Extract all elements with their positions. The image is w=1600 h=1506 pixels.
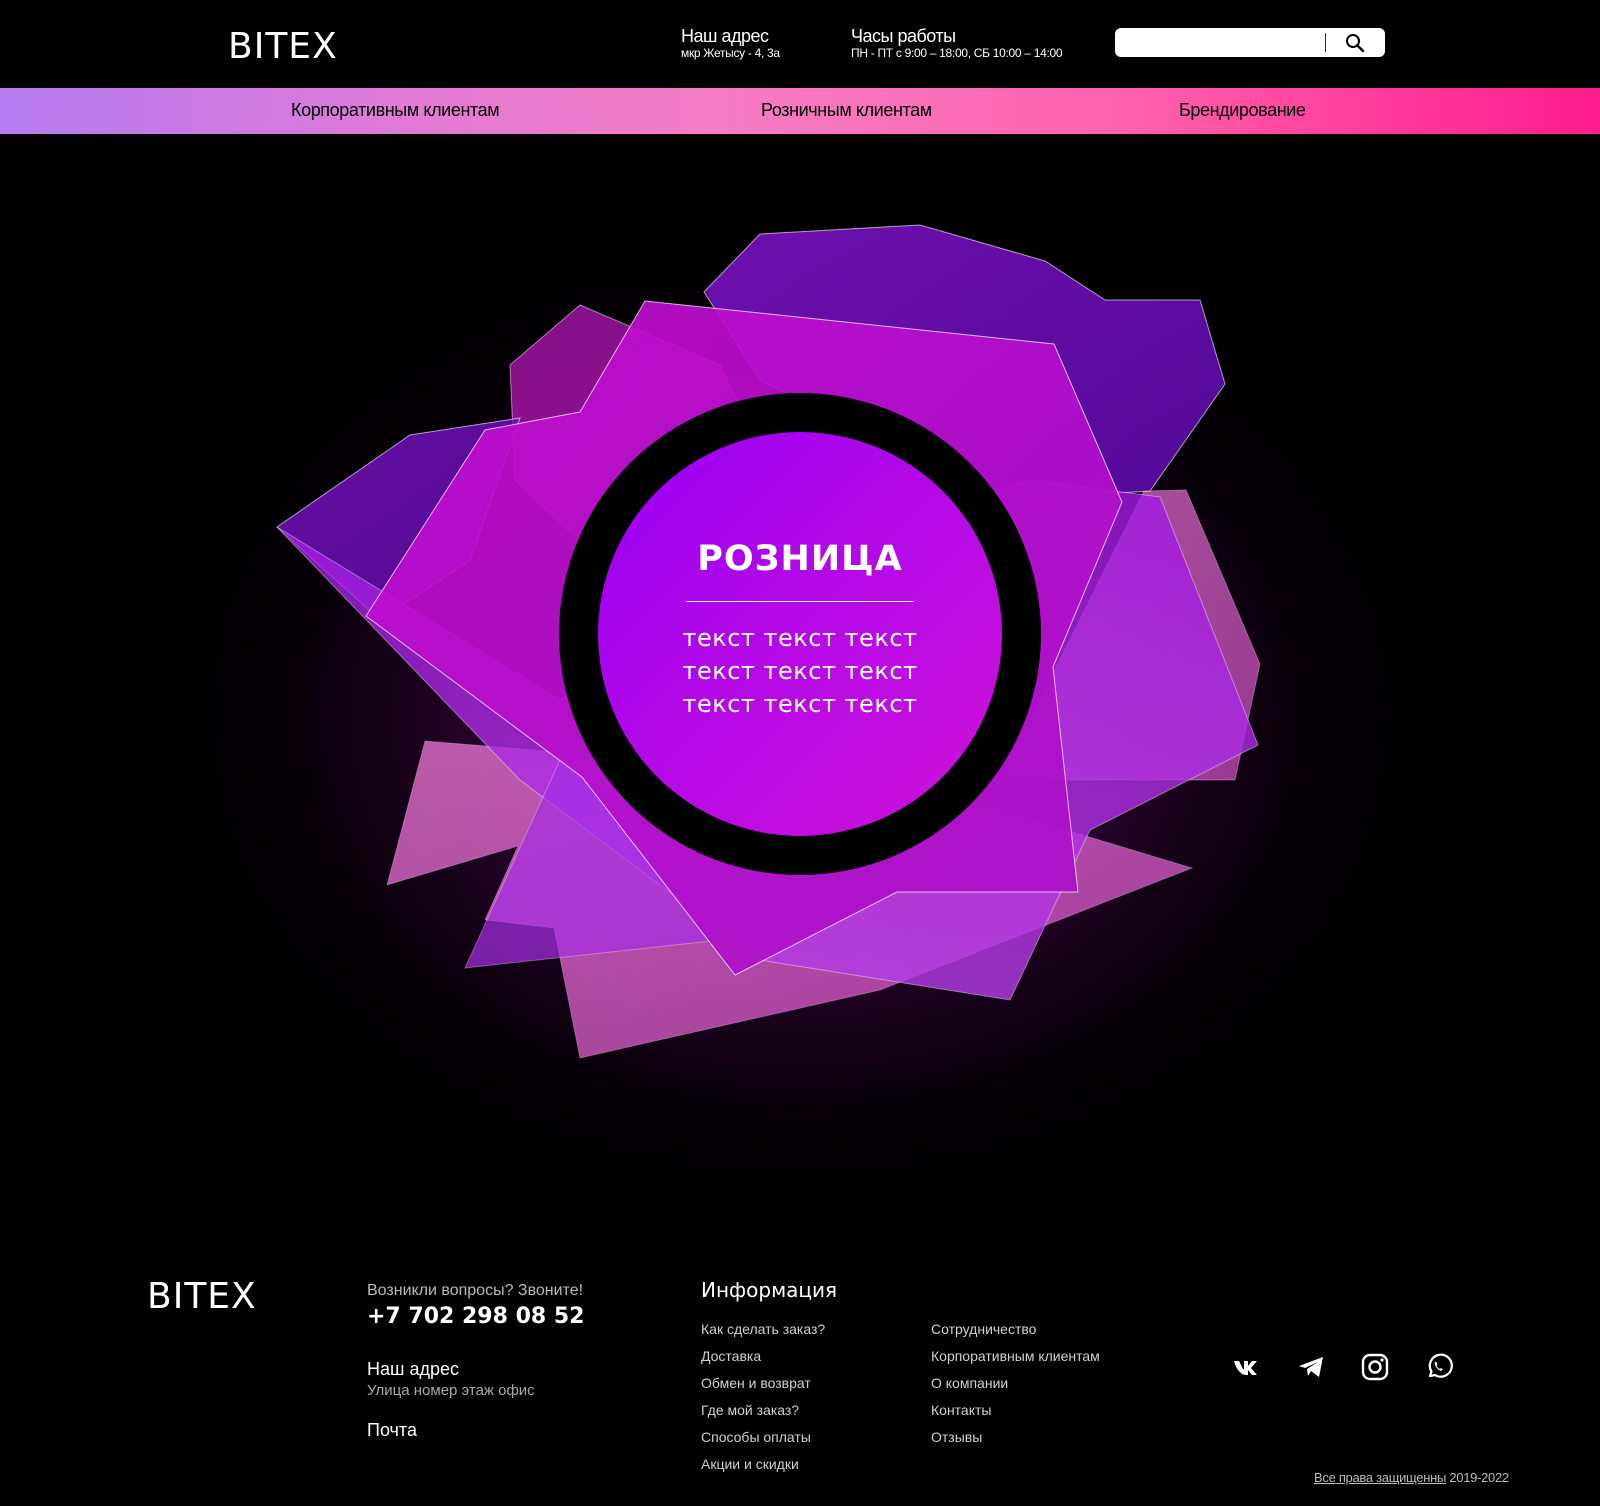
footer-link[interactable]: Обмен и возврат xyxy=(701,1374,825,1401)
footer-ask: Возникли вопросы? Звоните! xyxy=(367,1282,584,1299)
hours-title: Часы работы xyxy=(851,26,956,46)
search-icon xyxy=(1346,34,1365,53)
telegram-button[interactable] xyxy=(1296,1352,1326,1382)
whatsapp-button[interactable] xyxy=(1424,1352,1454,1382)
whatsapp-icon xyxy=(1428,1353,1453,1378)
footer-info-title: Информация xyxy=(701,1278,838,1302)
hero-section: РОЗНИЦА текст текст текст текст текст те… xyxy=(0,134,1600,1194)
footer-mail[interactable]: Почта xyxy=(367,1420,417,1441)
telegram-icon xyxy=(1299,1357,1323,1377)
footer-link[interactable]: Способы оплаты xyxy=(701,1428,825,1455)
header: BITEX Наш адрес мкр Жетысу - 4, 3а Часы … xyxy=(0,0,1600,88)
copyright: Все права защищенны 2019-2022 xyxy=(1314,1470,1509,1485)
footer-address-title: Наш адрес xyxy=(367,1359,459,1379)
footer: BITEX Возникли вопросы? Звоните! +7 702 … xyxy=(0,1194,1600,1506)
hero-title: РОЗНИЦА xyxy=(697,539,903,579)
vk-button[interactable] xyxy=(1232,1352,1262,1382)
footer-logo[interactable]: BITEX xyxy=(147,1276,257,1317)
footer-link[interactable]: Сотрудничество xyxy=(931,1320,1100,1347)
nav-item-branding[interactable]: Брендирование xyxy=(1179,100,1306,121)
search-input[interactable] xyxy=(1125,32,1334,55)
footer-link[interactable]: Доставка xyxy=(701,1347,825,1374)
address-value: мкр Жетысу - 4, 3а xyxy=(681,46,780,60)
instagram-icon xyxy=(1361,1353,1389,1381)
hero-text-line: текст текст текст xyxy=(682,657,918,685)
hours-value: ПН - ПТ с 9:00 – 18:00, СБ 10:00 – 14:00 xyxy=(851,46,1063,60)
footer-link[interactable]: Корпоративным клиентам xyxy=(931,1347,1100,1374)
footer-address-value: Улица номер этаж офис xyxy=(367,1382,535,1399)
footer-links-col1: Как сделать заказ? Доставка Обмен и возв… xyxy=(701,1320,825,1482)
hero-text-line: текст текст текст xyxy=(682,624,918,652)
footer-links-col2: Сотрудничество Корпоративным клиентам О … xyxy=(931,1320,1100,1455)
search-divider xyxy=(1325,33,1326,52)
search-button[interactable] xyxy=(1343,31,1367,55)
footer-link[interactable]: Отзывы xyxy=(931,1428,1100,1455)
footer-link[interactable]: О компании xyxy=(931,1374,1100,1401)
footer-link[interactable]: Контакты xyxy=(931,1401,1100,1428)
hero-content: РОЗНИЦА текст текст текст текст текст те… xyxy=(600,539,1000,721)
header-hours: Часы работы ПН - ПТ с 9:00 – 18:00, СБ 1… xyxy=(851,26,1063,60)
instagram-button[interactable] xyxy=(1360,1352,1390,1382)
footer-phone[interactable]: +7 702 298 08 52 xyxy=(367,1304,584,1329)
nav-item-retail[interactable]: Розничным клиентам xyxy=(761,100,932,121)
footer-link[interactable]: Как сделать заказ? xyxy=(701,1320,825,1347)
vk-icon xyxy=(1234,1361,1257,1375)
search-box xyxy=(1115,28,1385,57)
address-title: Наш адрес xyxy=(681,26,769,46)
main-nav: Корпоративным клиентам Розничным клиента… xyxy=(0,88,1600,134)
logo[interactable]: BITEX xyxy=(228,26,338,67)
nav-item-corporate[interactable]: Корпоративным клиентам xyxy=(291,100,500,121)
copyright-years: 2019-2022 xyxy=(1449,1470,1509,1485)
footer-link[interactable]: Где мой заказ? xyxy=(701,1401,825,1428)
footer-link[interactable]: Акции и скидки xyxy=(701,1455,825,1482)
copyright-link[interactable]: Все права защищенны xyxy=(1314,1470,1446,1485)
hero-text-line: текст текст текст xyxy=(682,690,918,718)
hero-divider xyxy=(686,601,914,602)
header-address: Наш адрес мкр Жетысу - 4, 3а xyxy=(681,26,780,60)
